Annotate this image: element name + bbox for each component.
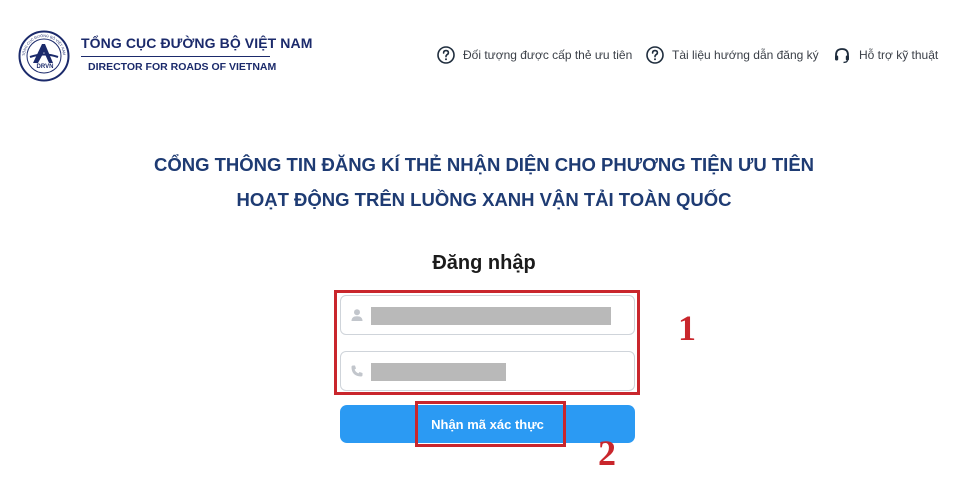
highlight-box-input-fields bbox=[334, 290, 640, 395]
annotation-step-1: 1 bbox=[678, 308, 696, 348]
question-circle-icon bbox=[646, 46, 664, 64]
drvn-logo: TỔNG CỤC ĐƯỜNG BỘ VIỆT NAM DRVN bbox=[18, 30, 70, 82]
question-circle-icon bbox=[437, 46, 455, 64]
nav-link-registration-guide[interactable]: Tài liệu hướng dẫn đăng ký bbox=[646, 45, 819, 65]
login-title: Đăng nhập bbox=[432, 252, 536, 274]
nav-link-label: Đối tượng được cấp thẻ ưu tiên bbox=[463, 48, 633, 62]
brand-divider bbox=[81, 56, 270, 57]
nav-link-label: Tài liệu hướng dẫn đăng ký bbox=[672, 48, 819, 62]
highlight-box-submit-button bbox=[415, 401, 566, 447]
brand-subtitle: DIRECTOR FOR ROADS OF VIETNAM bbox=[88, 61, 277, 73]
nav-link-label: Hỗ trợ kỹ thuật bbox=[859, 48, 939, 62]
nav-link-priority-eligibility[interactable]: Đối tượng được cấp thẻ ưu tiên bbox=[437, 45, 632, 65]
annotation-step-2: 2 bbox=[598, 433, 616, 473]
logo-text: DRVN bbox=[37, 64, 54, 70]
nav-link-technical-support[interactable]: Hỗ trợ kỹ thuật bbox=[833, 45, 938, 65]
page-headline-line-2: HOẠT ĐỘNG TRÊN LUỒNG XANH VẬN TẢI TOÀN Q… bbox=[236, 189, 732, 210]
headset-icon bbox=[835, 48, 849, 64]
page-headline-line-1: CỔNG THÔNG TIN ĐĂNG KÍ THẺ NHẬN DIỆN CHO… bbox=[153, 154, 815, 175]
brand-title: TỔNG CỤC ĐƯỜNG BỘ VIỆT NAM bbox=[81, 35, 313, 51]
